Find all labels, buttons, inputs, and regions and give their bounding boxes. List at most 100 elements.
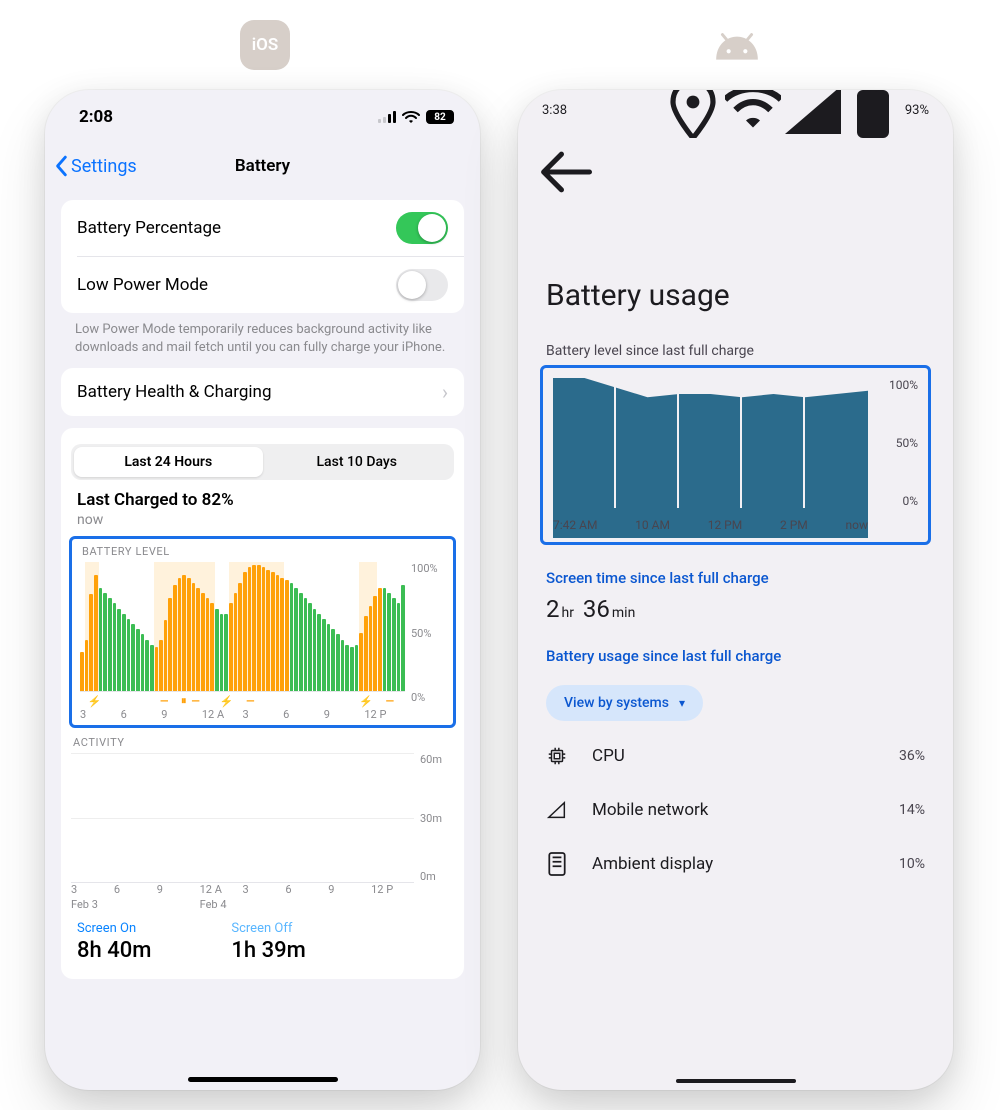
screen-time-value: 2hr 36min [518,595,953,623]
screen-on-label: Screen On [77,921,151,936]
battery-level-bar [336,634,340,691]
battery-level-chart[interactable]: BATTERY LEVEL 100%50%0% ⚡—⏸—⚡—⚡— 36912 A… [69,536,456,728]
battery-level-bar [322,619,326,691]
battery-percentage-row[interactable]: Battery Percentage [61,200,464,256]
seg-last-10d[interactable]: Last 10 Days [263,447,452,477]
usage-item-label: Ambient display [592,854,713,874]
x-axis-label: 2 PM [780,518,808,538]
battery-level-bar [145,640,149,692]
battery-level-bar [299,593,303,691]
battery-level-bar [99,588,103,691]
battery-level-bar [341,640,345,692]
x-axis-label: 12 PM [708,518,743,538]
battery-level-bar [113,603,117,691]
x-axis-label: now [846,518,869,538]
low-power-mode-switch[interactable] [396,269,448,301]
charging-marker: ⏸ [181,694,187,708]
android-status-time: 3:38 [542,103,567,118]
battery-level-bar [401,585,405,691]
ios-screen: 2:08 82 Settings Battery Battery Percent… [45,90,480,1090]
low-power-mode-label: Low Power Mode [77,275,208,295]
usage-item-pct: 10% [899,856,925,872]
chevron-right-icon: › [442,380,448,404]
battery-level-bar [103,593,107,691]
wifi-icon [725,90,781,138]
range-segmented-control[interactable]: Last 24 Hours Last 10 Days [71,444,454,480]
activity-chart[interactable]: ACTIVITY 60m30m0m 36912 A36912 P Feb 3Fe… [71,736,454,911]
arrow-left-icon [536,144,592,200]
battery-level-bar [108,598,112,691]
ios-platform-label: iOS [252,35,279,55]
battery-level-bar [220,614,224,691]
battery-level-bar [150,645,154,691]
battery-level-bar [304,598,308,691]
screen-on-value: 8h 40m [77,938,151,963]
battery-level-bar [313,609,317,692]
battery-health-card: Battery Health & Charging › [61,368,464,416]
battery-level-bar [294,588,298,691]
screen-off-value: 1h 39m [231,938,305,963]
seg-last-24h[interactable]: Last 24 Hours [74,447,263,477]
battery-level-bar [387,593,391,691]
ios-toggles-card: Battery Percentage Low Power Mode [61,200,464,313]
battery-icon [845,90,901,138]
usage-item-cell[interactable]: Mobile network14% [518,783,953,837]
ios-status-bar: 2:08 82 [45,90,480,144]
charging-marker: — [386,695,394,708]
battery-level-bar [141,634,145,691]
cpu-icon [546,745,568,767]
screen-time-hours: 2 [546,595,560,623]
ios-navbar: Settings Battery [45,144,480,188]
android-status-bar: 3:38 93% [518,90,953,130]
battery-level-bar [122,614,126,691]
charging-marker: — [160,695,168,708]
back-button[interactable] [518,130,610,220]
battery-level-bar [383,588,387,691]
chevron-left-icon [55,155,69,177]
battery-level-bar [117,609,121,692]
x-axis-label: 7:42 AM [553,518,597,538]
view-by-chip-label: View by systems [564,695,669,711]
battery-level-bar [345,645,349,691]
battery-level-bar [308,603,312,691]
wifi-icon [402,111,420,124]
battery-level-bar [127,619,131,691]
cellular-icon [785,90,841,138]
battery-level-bar [136,629,140,691]
usage-label: Battery usage since last full charge [518,623,953,673]
battery-level-bar [317,614,321,691]
battery-percentage-switch[interactable] [396,212,448,244]
view-by-chip[interactable]: View by systems ▾ [546,685,703,721]
charging-marker: — [191,695,199,708]
usage-item-ambient[interactable]: Ambient display 10% [518,837,953,891]
usage-item-pct: 36% [899,748,925,764]
cell-icon [546,799,568,821]
battery-level-title: BATTERY LEVEL [80,545,445,558]
battery-health-label: Battery Health & Charging [77,382,272,402]
screen-time-label: Screen time since last full charge [518,545,953,595]
back-button[interactable]: Settings [55,155,137,177]
android-level-chart[interactable]: 7:42 AM10 AM12 PM2 PMnow 100%50%0% [540,365,931,545]
usage-item-cpu[interactable]: CPU36% [518,729,953,783]
ios-home-indicator[interactable] [188,1077,338,1082]
battery-level-bar [215,609,219,692]
back-label: Settings [71,156,137,177]
location-icon [665,90,721,138]
ios-status-time: 2:08 [79,107,113,127]
battery-level-bar [80,652,84,691]
battery-level-bar [290,583,294,691]
battery-health-row[interactable]: Battery Health & Charging › [61,368,464,416]
battery-icon: 82 [426,110,454,124]
low-power-mode-hint: Low Power Mode temporarily reduces backg… [45,321,480,356]
android-platform-badge [712,20,762,70]
battery-level-bar [350,647,354,691]
battery-level-bar [331,629,335,691]
ios-battery-pct: 82 [434,112,445,123]
android-gesture-bar[interactable] [676,1079,796,1083]
android-battery-pct: 93% [905,103,929,118]
usage-item-label: Mobile network [592,800,708,820]
low-power-mode-row[interactable]: Low Power Mode [61,257,464,313]
battery-level-bar [327,624,331,691]
activity-chart-title: ACTIVITY [71,736,454,749]
page-title: Battery usage [518,220,953,331]
